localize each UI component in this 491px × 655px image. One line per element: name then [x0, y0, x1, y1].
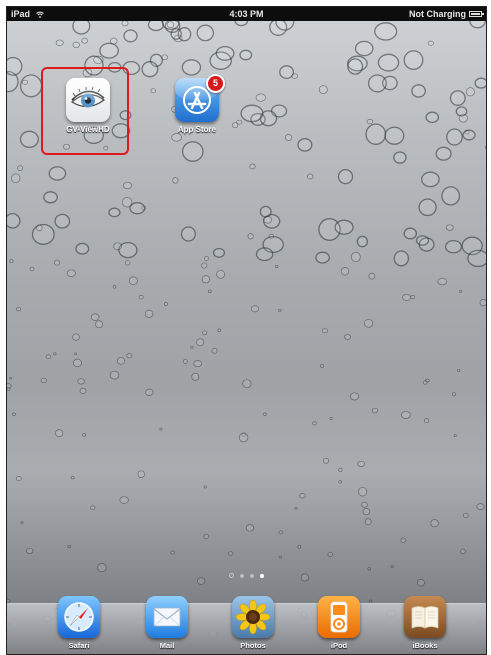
dock-app-mail[interactable]: Mail — [132, 596, 202, 650]
ipad-home-screen: iPad 4:03 PM Not Charging GV-ViewHD 5 Ap… — [6, 6, 487, 655]
notification-badge: 5 — [206, 74, 225, 93]
app-label: App Store — [177, 125, 217, 134]
status-bar: iPad 4:03 PM Not Charging — [7, 7, 486, 21]
page-dot-current[interactable] — [260, 574, 264, 578]
mail-envelope-icon — [146, 596, 188, 638]
page-indicator[interactable] — [7, 573, 486, 578]
app-app-store[interactable]: 5 App Store — [167, 74, 227, 134]
dock-app-photos[interactable]: Photos — [218, 596, 288, 650]
open-book-icon — [404, 596, 446, 638]
ipod-icon — [318, 596, 360, 638]
safari-compass-icon — [58, 596, 100, 638]
dock-label: Mail — [159, 641, 175, 650]
battery-status: Not Charging — [409, 7, 484, 21]
battery-icon — [469, 11, 484, 17]
sunflower-photo-icon — [232, 596, 274, 638]
eye-icon — [66, 78, 110, 122]
dock: Safari Mail Photos iPod iBooks — [7, 596, 486, 654]
screenshot-frame: iPad 4:03 PM Not Charging GV-ViewHD 5 Ap… — [0, 0, 491, 655]
dock-label: iPod — [330, 641, 348, 650]
page-dot[interactable] — [240, 574, 244, 578]
dock-app-safari[interactable]: Safari — [44, 596, 114, 650]
battery-text: Not Charging — [409, 9, 466, 19]
dock-label: Safari — [68, 641, 90, 650]
app-gv-viewhd[interactable]: GV-ViewHD — [58, 78, 118, 134]
dock-label: iBooks — [412, 641, 438, 650]
dock-app-ibooks[interactable]: iBooks — [390, 596, 460, 650]
app-label: GV-ViewHD — [66, 125, 110, 134]
dock-app-ipod[interactable]: iPod — [304, 596, 374, 650]
dock-label: Photos — [240, 641, 266, 650]
page-dot[interactable] — [250, 574, 254, 578]
search-page-dot[interactable] — [229, 573, 234, 578]
